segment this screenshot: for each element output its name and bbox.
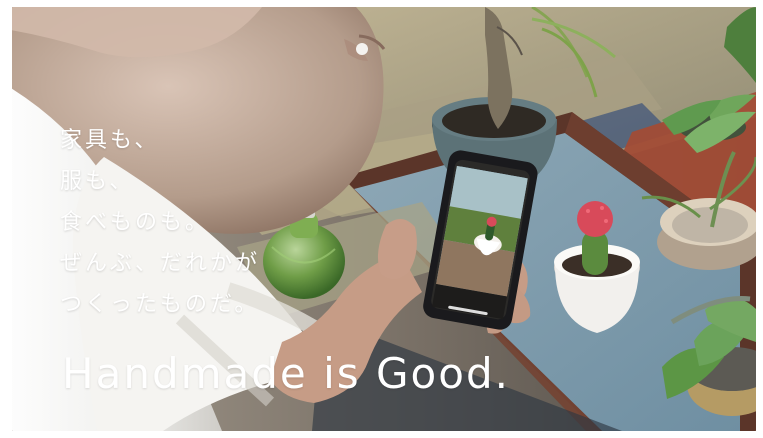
hero-copy-line: 食べものも。 [60, 210, 211, 235]
hero-copy-line: つくったものだ。 [60, 292, 260, 317]
hero-banner: 家具も、 服も、 食べものも。 ぜんぶ、だれかが つくったものだ。 Handma… [12, 7, 756, 431]
hero-copy-line: 服も、 [60, 169, 135, 194]
hero-tagline: Handmade is Good. [62, 349, 510, 398]
hero-copy: 家具も、 服も、 食べものも。 ぜんぶ、だれかが つくったものだ。 [60, 120, 260, 325]
hero-copy-line: ぜんぶ、だれかが [60, 251, 261, 276]
hero-copy-line: 家具も、 [60, 128, 160, 153]
